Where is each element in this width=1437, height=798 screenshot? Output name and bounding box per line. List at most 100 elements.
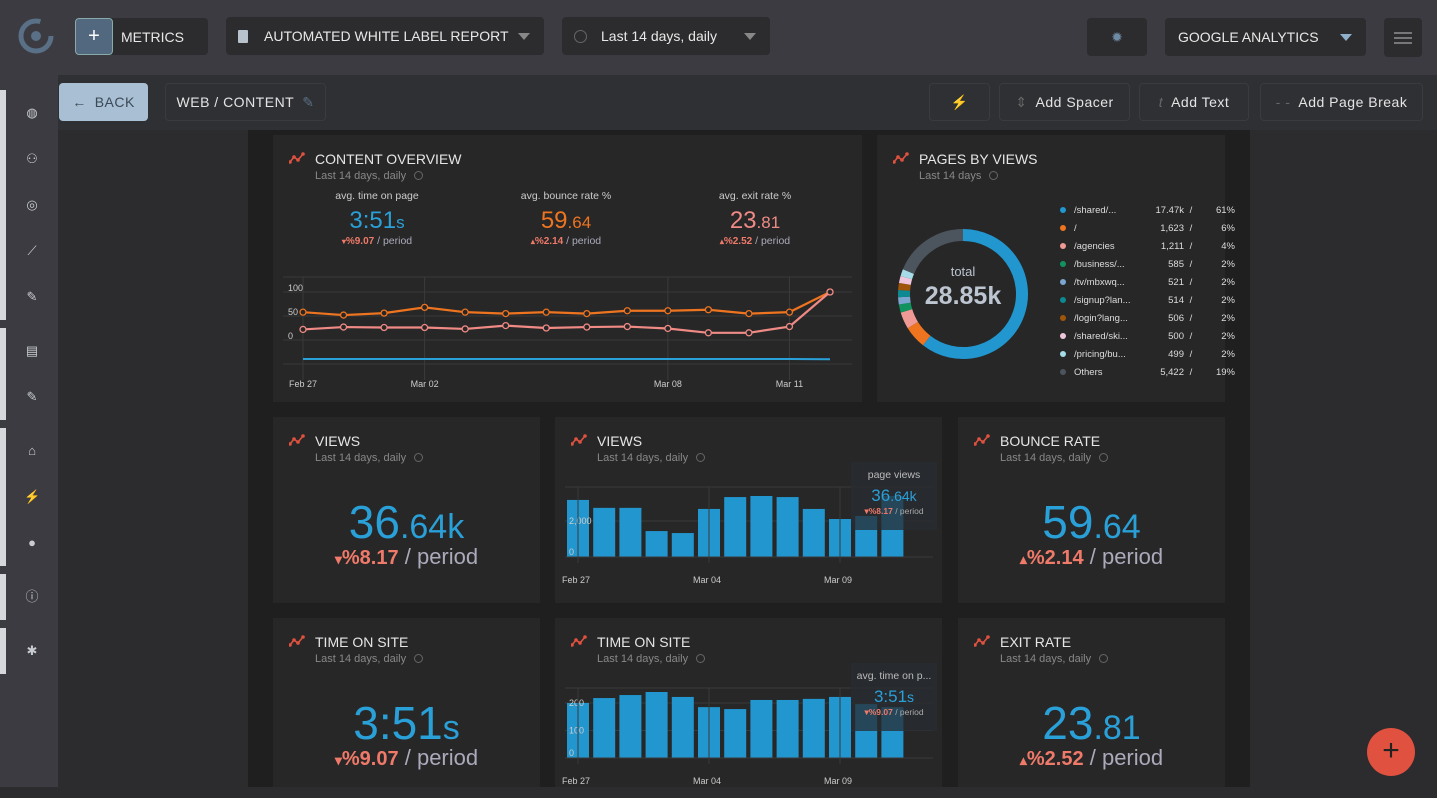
report-label: AUTOMATED WHITE LABEL REPORT — [264, 28, 509, 44]
card-subtitle: Last 14 days, daily — [597, 653, 705, 665]
pages-by-views-card: PAGES BY VIEWS Last 14 days total 28.85k… — [877, 135, 1225, 402]
brush-icon[interactable]: ✎ — [24, 289, 40, 305]
chevron-down-icon — [744, 33, 756, 40]
clipboard-icon[interactable]: ▤ — [24, 343, 40, 359]
add-widget-button[interactable]: + — [1367, 728, 1415, 776]
clock-icon — [989, 171, 998, 180]
data-point — [665, 325, 671, 331]
data-point — [705, 330, 711, 336]
top-bar: + METRICS AUTOMATED WHITE LABEL REPORT L… — [0, 0, 1437, 75]
data-point — [341, 312, 347, 318]
plug-icon[interactable]: ⚡ — [24, 489, 40, 505]
kpi-value: 23 — [730, 207, 757, 234]
back-button[interactable]: ←BACK — [59, 83, 148, 121]
bar — [593, 698, 615, 758]
y-tick-label: 100 — [569, 726, 584, 736]
data-point — [300, 309, 306, 315]
users-icon[interactable]: ⚇ — [24, 151, 40, 167]
data-point — [381, 310, 387, 316]
chart-line-icon[interactable]: ⟋ — [24, 243, 40, 259]
kpi-value: 36.64k — [273, 495, 540, 549]
add-spacer-button[interactable]: ⇕Add Spacer — [999, 83, 1130, 121]
data-source-select[interactable]: GOOGLE ANALYTICS — [1165, 18, 1366, 56]
x-tick-label: Mar 09 — [824, 575, 852, 585]
kpi-label: avg. time on page — [282, 190, 472, 202]
data-point — [827, 289, 833, 295]
theme-toggle-button[interactable]: ✹ — [1087, 18, 1147, 56]
bar — [750, 496, 772, 557]
target-icon[interactable]: ◎ — [24, 197, 40, 213]
bar — [724, 497, 746, 557]
trend-icon — [289, 434, 305, 446]
data-point — [462, 309, 468, 315]
text-icon: t — [1159, 94, 1163, 110]
card-title: EXIT RATE — [1000, 634, 1071, 650]
card-title: BOUNCE RATE — [1000, 433, 1100, 449]
date-range-select[interactable]: Last 14 days, daily — [562, 17, 770, 55]
data-point — [705, 307, 711, 313]
legend-item: /pricing/bu...499/2% — [1060, 345, 1235, 363]
card-title: CONTENT OVERVIEW — [315, 151, 462, 167]
breadcrumb[interactable]: WEB / CONTENT✎ — [165, 83, 326, 121]
card-title: TIME ON SITE — [315, 634, 408, 650]
x-tick-label: Mar 11 — [776, 379, 803, 389]
globe-icon[interactable]: ◍ — [24, 105, 40, 121]
y-tick-label: 2,000 — [569, 516, 592, 526]
bank-icon[interactable]: ⌂ — [24, 443, 40, 459]
logo-icon[interactable] — [16, 16, 56, 56]
x-tick-label: Feb 27 — [562, 575, 590, 585]
y-tick-label: 50 — [288, 307, 298, 317]
line-chart: 100500Feb 27Mar 02Mar 08Mar 11 — [273, 265, 862, 395]
card-subtitle: Last 14 days — [919, 170, 998, 182]
data-point — [584, 324, 590, 330]
x-tick-label: Feb 27 — [562, 776, 590, 786]
data-point — [462, 326, 468, 332]
data-point — [746, 330, 752, 336]
bar — [619, 695, 641, 758]
kpi-value: 3:51s — [273, 696, 540, 750]
exit-kpi-card: EXIT RATE Last 14 days, daily 23.81 ▴%2.… — [958, 618, 1225, 787]
date-range-label: Last 14 days, daily — [601, 28, 717, 44]
plug-icon: ⚡ — [951, 94, 969, 111]
bar — [724, 709, 746, 758]
spacer-icon: ⇕ — [1015, 94, 1027, 111]
report-select[interactable]: AUTOMATED WHITE LABEL REPORT — [226, 17, 544, 55]
content-overview-card: CONTENT OVERVIEW Last 14 days, daily avg… — [273, 135, 862, 402]
kpi-change: %9.07 — [346, 236, 374, 247]
page-break-icon: - - — [1276, 94, 1291, 110]
plus-icon: + — [75, 18, 113, 55]
account-icon[interactable]: ● — [24, 535, 40, 551]
chevron-down-icon — [518, 33, 530, 40]
card-subtitle: Last 14 days, daily — [315, 653, 423, 665]
time-on-site-chart-card: TIME ON SITE Last 14 days, daily 2001000… — [555, 618, 942, 787]
data-point — [381, 325, 387, 331]
plugin-button[interactable]: ⚡ — [929, 83, 990, 121]
trend-icon — [289, 635, 305, 647]
trend-icon — [571, 434, 587, 446]
legend-item: /signup?lan...514/2% — [1060, 291, 1235, 309]
bar — [646, 531, 668, 557]
x-tick-label: Mar 04 — [693, 776, 721, 786]
y-tick-label: 100 — [288, 283, 303, 293]
add-page-break-button[interactable]: - -Add Page Break — [1260, 83, 1423, 121]
metrics-button[interactable]: + METRICS — [75, 18, 208, 55]
data-point — [503, 323, 509, 329]
kpi-value: 23.81 — [958, 696, 1225, 750]
clock-icon — [414, 654, 423, 663]
legend-item: /business/...585/2% — [1060, 255, 1235, 273]
clock-icon — [414, 453, 423, 462]
data-source-label: GOOGLE ANALYTICS — [1178, 29, 1319, 45]
brush-icon[interactable]: ✎ — [24, 389, 40, 405]
tos-kpi-card: TIME ON SITE Last 14 days, daily 3:51s ▾… — [273, 618, 540, 787]
overlay-label: page views — [851, 469, 937, 481]
add-text-button[interactable]: tAdd Text — [1139, 83, 1249, 121]
kpi-change: ▾%9.07 / period — [273, 745, 540, 771]
trend-icon — [974, 635, 990, 647]
menu-button[interactable] — [1384, 18, 1422, 57]
legend-item: /tv/mbxwq...521/2% — [1060, 273, 1235, 291]
info-icon[interactable]: ⓘ — [24, 589, 40, 605]
bug-icon[interactable]: ✱ — [24, 643, 40, 659]
toolbar: ←BACK WEB / CONTENT✎ ⚡ ⇕Add Spacer tAdd … — [58, 75, 1437, 130]
data-point — [543, 309, 549, 315]
donut-total-value: 28.85k — [897, 282, 1029, 311]
